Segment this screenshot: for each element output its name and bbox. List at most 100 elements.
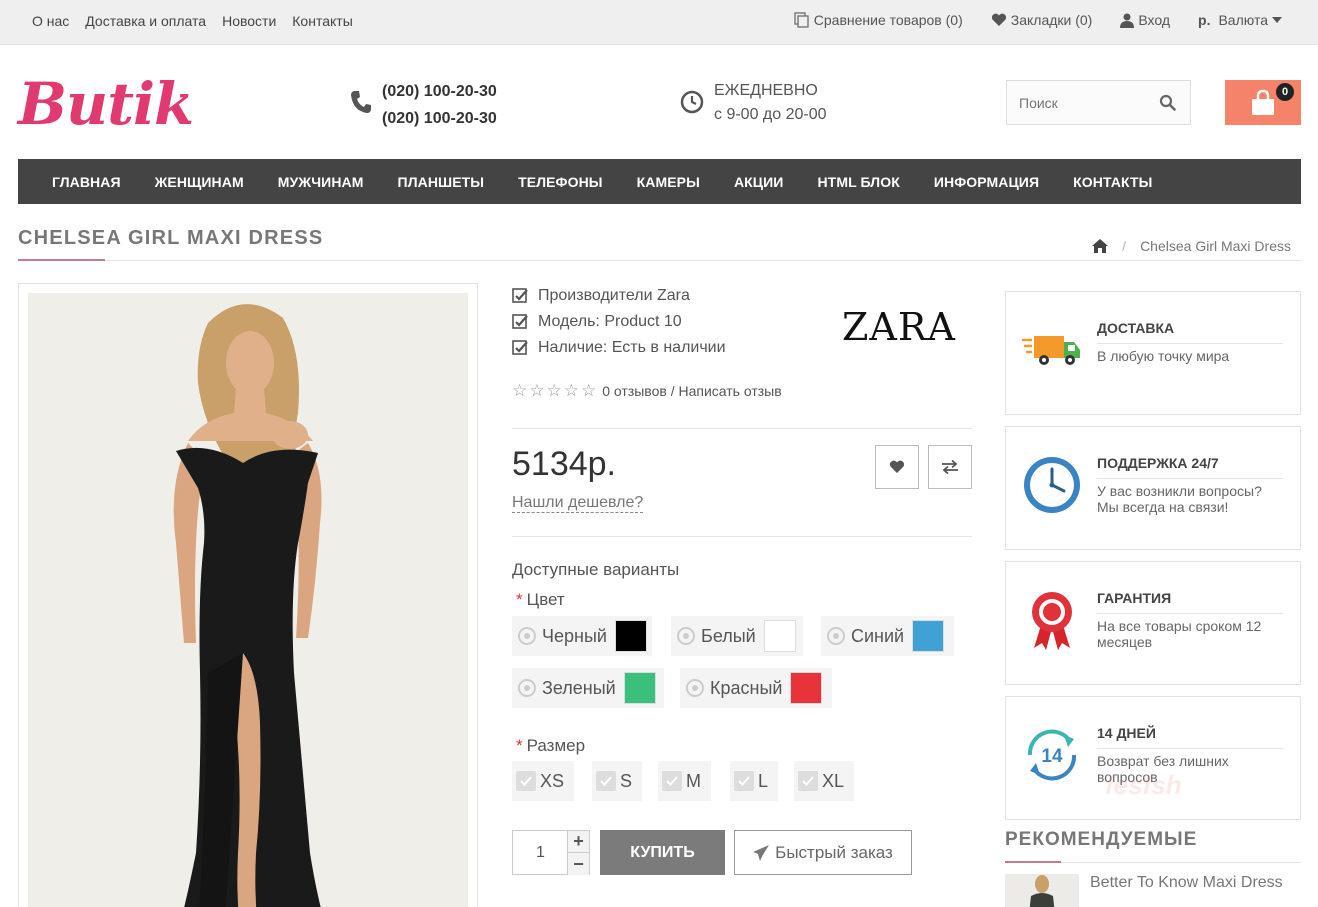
buy-button[interactable]: КУПИТЬ: [600, 830, 725, 875]
feature-desc: В любую точку мира: [1097, 348, 1230, 364]
cart-count: 0: [1276, 83, 1294, 101]
nav-item-men[interactable]: МУЖЧИНАМ: [278, 174, 364, 190]
heart-icon: [991, 13, 1006, 26]
currency-label: Валюта: [1218, 12, 1268, 28]
add-to-compare-button[interactable]: [928, 445, 972, 489]
brand-logo[interactable]: ZARA: [842, 305, 956, 349]
recommended-thumbnail[interactable]: [1005, 874, 1079, 907]
phone-number-2[interactable]: (020) 100-20-30: [382, 105, 497, 132]
phone-number-1[interactable]: (020) 100-20-30: [382, 78, 497, 105]
compare-label: Сравнение товаров (0): [813, 12, 963, 28]
color-swatch: [763, 620, 796, 652]
color-label-text: Цвет: [526, 590, 565, 609]
checkbox-icon: [734, 771, 754, 791]
size-option-s[interactable]: S: [592, 761, 643, 801]
clock-icon: [1024, 457, 1080, 513]
breadcrumb: / Chelsea Girl Maxi Dress: [1092, 238, 1291, 254]
nav-item-html-block[interactable]: HTML БЛОК: [817, 174, 899, 190]
main-nav: ГЛАВНАЯ ЖЕНЩИНАМ МУЖЧИНАМ ПЛАНШЕТЫ ТЕЛЕФ…: [18, 159, 1301, 204]
color-option-red[interactable]: Красный: [680, 668, 832, 708]
top-link-contacts[interactable]: Контакты: [292, 13, 352, 29]
color-name: Синий: [851, 625, 905, 646]
color-option-green[interactable]: Зеленый: [512, 668, 664, 708]
paper-plane-icon: [753, 844, 770, 861]
reviews-link[interactable]: 0 отзывов / Написать отзыв: [602, 383, 781, 399]
currency-dropdown[interactable]: р. Валюта: [1198, 12, 1282, 28]
top-bar: О нас Доставка и оплата Новости Контакты…: [0, 0, 1318, 45]
nav-item-cameras[interactable]: КАМЕРЫ: [637, 174, 700, 190]
found-cheaper-link[interactable]: Нашли дешевле?: [512, 494, 644, 513]
nav-item-tablets[interactable]: ПЛАНШЕТЫ: [398, 174, 485, 190]
feature-desc: У вас возникли вопросы? Мы всегда на свя…: [1097, 483, 1262, 515]
quantity-input[interactable]: [513, 831, 568, 874]
top-link-news[interactable]: Новости: [222, 13, 276, 29]
size-option-m[interactable]: M: [658, 761, 711, 801]
quantity-minus-button[interactable]: −: [567, 853, 589, 875]
shopping-bag-icon: [1252, 89, 1274, 115]
breadcrumb-current[interactable]: Chelsea Girl Maxi Dress: [1140, 238, 1291, 254]
search-icon[interactable]: [1159, 94, 1176, 111]
login-label: Вход: [1138, 12, 1171, 28]
hours-block: ЕЖЕДНЕВНО с 9-00 до 20-00: [680, 79, 827, 127]
top-link-delivery[interactable]: Доставка и оплата: [85, 13, 206, 29]
color-name: Черный: [542, 625, 607, 646]
search-input[interactable]: [1007, 81, 1147, 124]
size-name: M: [686, 770, 701, 791]
nav-item-phones[interactable]: ТЕЛЕФОНЫ: [518, 174, 603, 190]
compare-icon: [794, 12, 809, 28]
nav-item-contacts[interactable]: КОНТАКТЫ: [1073, 174, 1152, 190]
feature-desc: На все товары сроком 12 месяцев: [1097, 618, 1262, 650]
login-link[interactable]: Вход: [1120, 12, 1170, 28]
size-option-xl[interactable]: XL: [794, 761, 855, 801]
product-image[interactable]: [28, 293, 468, 907]
color-option-white[interactable]: Белый: [671, 616, 803, 656]
currency-symbol: р.: [1198, 12, 1211, 28]
availability-text: Наличие: Есть в наличии: [538, 339, 726, 356]
star-icon: ☆: [529, 381, 545, 400]
size-label-text: Размер: [526, 736, 586, 755]
title-accent: [18, 259, 105, 261]
quantity-stepper: + −: [512, 830, 590, 875]
color-swatch: [912, 620, 945, 652]
size-option-l[interactable]: L: [730, 761, 779, 801]
bookmarks-link[interactable]: Закладки (0): [991, 12, 1092, 28]
checkbox-checked-icon: [512, 340, 528, 355]
radio-icon: [686, 679, 704, 697]
quantity-plus-button[interactable]: +: [567, 831, 589, 853]
size-name: XS: [540, 770, 565, 791]
feature-title: ПОДДЕРЖКА 24/7: [1097, 455, 1283, 479]
nav-item-home[interactable]: ГЛАВНАЯ: [52, 174, 121, 190]
nav-item-women[interactable]: ЖЕНЩИНАМ: [155, 174, 244, 190]
star-icon: ☆: [546, 381, 562, 400]
recommended-item-name[interactable]: Better To Know Maxi Dress: [1090, 874, 1283, 892]
fast-order-button[interactable]: Быстрый заказ: [734, 830, 912, 875]
search-box: [1006, 80, 1191, 125]
phone-block: (020) 100-20-30 (020) 100-20-30: [350, 78, 497, 132]
top-link-about[interactable]: О нас: [32, 13, 69, 29]
color-option-black[interactable]: Черный: [512, 616, 652, 656]
nav-item-information[interactable]: ИНФОРМАЦИЯ: [934, 174, 1039, 190]
size-name: L: [758, 770, 769, 791]
top-links: О нас Доставка и оплата Новости Контакты: [32, 13, 353, 29]
recommended-item[interactable]: Better To Know Maxi Dress: [1005, 874, 1301, 907]
required-marker: *: [516, 590, 523, 609]
home-icon[interactable]: [1092, 239, 1109, 253]
page-title: CHELSEA GIRL MAXI DRESS: [18, 227, 324, 249]
manufacturer-text[interactable]: Производители Zara: [538, 287, 690, 305]
return-14-days-icon: 14: [1027, 729, 1077, 781]
color-option-blue[interactable]: Синий: [821, 616, 954, 656]
nav-item-sales[interactable]: АКЦИИ: [734, 174, 784, 190]
color-name: Зеленый: [542, 677, 616, 698]
site-logo[interactable]: Butik: [18, 70, 194, 138]
size-name: S: [620, 770, 633, 791]
size-option-xs[interactable]: XS: [512, 761, 575, 801]
add-to-wishlist-button[interactable]: [875, 445, 919, 489]
color-name: Красный: [710, 677, 783, 698]
radio-icon: [827, 627, 845, 645]
compare-link[interactable]: Сравнение товаров (0): [794, 12, 963, 28]
cart-button[interactable]: 0: [1225, 80, 1301, 125]
color-swatch: [623, 672, 656, 704]
size-label: * Размер: [516, 736, 585, 756]
radio-icon: [518, 627, 536, 645]
return-icon-number: 14: [1041, 746, 1063, 767]
